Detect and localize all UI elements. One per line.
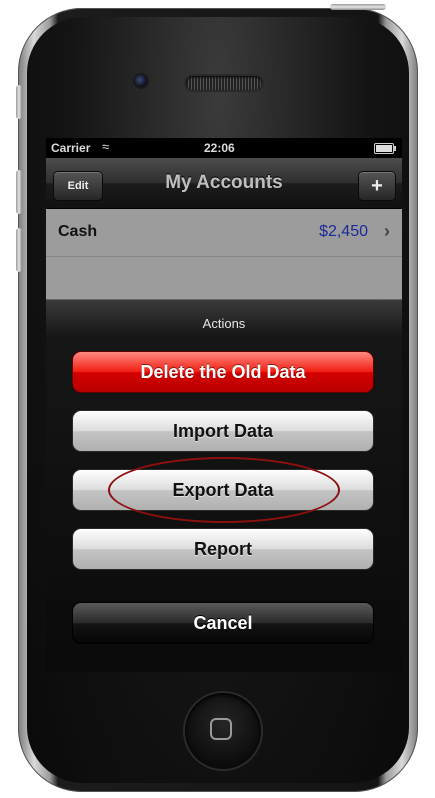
home-square-icon: [210, 718, 232, 740]
add-account-button[interactable]: +: [358, 171, 396, 201]
account-row-cash[interactable]: Cash $2,450 ›: [46, 209, 402, 257]
volume-down-button: [16, 228, 22, 272]
account-name: Cash: [58, 223, 98, 240]
front-camera: [135, 75, 147, 87]
account-balance: $2,450: [319, 223, 368, 240]
battery-icon: [374, 143, 396, 154]
action-sheet-title: Actions: [202, 316, 246, 331]
page-title: My Accounts: [165, 172, 283, 193]
navigation-bar: Edit My Accounts +: [46, 158, 402, 209]
volume-up-button: [16, 170, 22, 214]
delete-old-data-button[interactable]: Delete the Old Data: [72, 351, 374, 393]
accounts-table: Cash $2,450 ›: [46, 209, 402, 299]
mute-switch: [16, 85, 22, 119]
wifi-icon: ≈: [102, 139, 110, 154]
carrier-label: Carrier: [51, 141, 91, 155]
home-button[interactable]: [185, 693, 261, 769]
import-data-button[interactable]: Import Data: [72, 410, 374, 452]
report-button[interactable]: Report: [72, 528, 374, 570]
earpiece-speaker: [186, 76, 262, 90]
action-sheet: Actions Delete the Old Data Import Data …: [46, 299, 402, 672]
cancel-button[interactable]: Cancel: [72, 602, 374, 644]
status-time: 22:06: [204, 141, 235, 155]
status-bar: Carrier ≈ 22:06: [46, 138, 402, 158]
power-button: [330, 4, 386, 10]
chevron-right-icon: ›: [384, 221, 390, 241]
export-data-button[interactable]: Export Data: [72, 469, 374, 511]
device-screen: Carrier ≈ 22:06 Edit My Accounts + Cash …: [46, 138, 402, 672]
